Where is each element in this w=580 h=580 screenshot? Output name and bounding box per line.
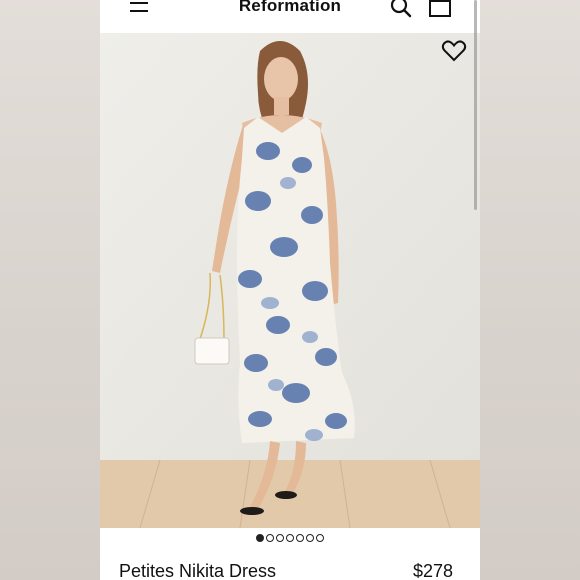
carousel-dot-5[interactable] (296, 534, 304, 542)
app-header: Reformation (100, 0, 480, 33)
phone-screen: Reformation Petites Nikita Dress $278 (100, 0, 480, 580)
carousel-dot-7[interactable] (316, 534, 324, 542)
carousel-dot-3[interactable] (276, 534, 284, 542)
product-photo-illustration (100, 33, 480, 528)
favorite-heart-icon[interactable] (441, 39, 467, 63)
carousel-dot-2[interactable] (266, 534, 274, 542)
page-background-right (480, 0, 580, 580)
carousel-dot-4[interactable] (286, 534, 294, 542)
image-carousel-indicators (100, 534, 480, 546)
brand-logo[interactable]: Reformation (100, 0, 480, 16)
carousel-dot-6[interactable] (306, 534, 314, 542)
product-image[interactable] (100, 33, 480, 528)
page-background-left (0, 0, 100, 580)
carousel-dot-1[interactable] (256, 534, 264, 542)
scrollbar[interactable] (474, 0, 477, 210)
shopping-bag-icon[interactable] (428, 0, 452, 18)
product-price: $278 (412, 561, 453, 580)
search-icon[interactable] (390, 0, 412, 18)
product-name: Petites Nikita Dress (119, 561, 277, 580)
